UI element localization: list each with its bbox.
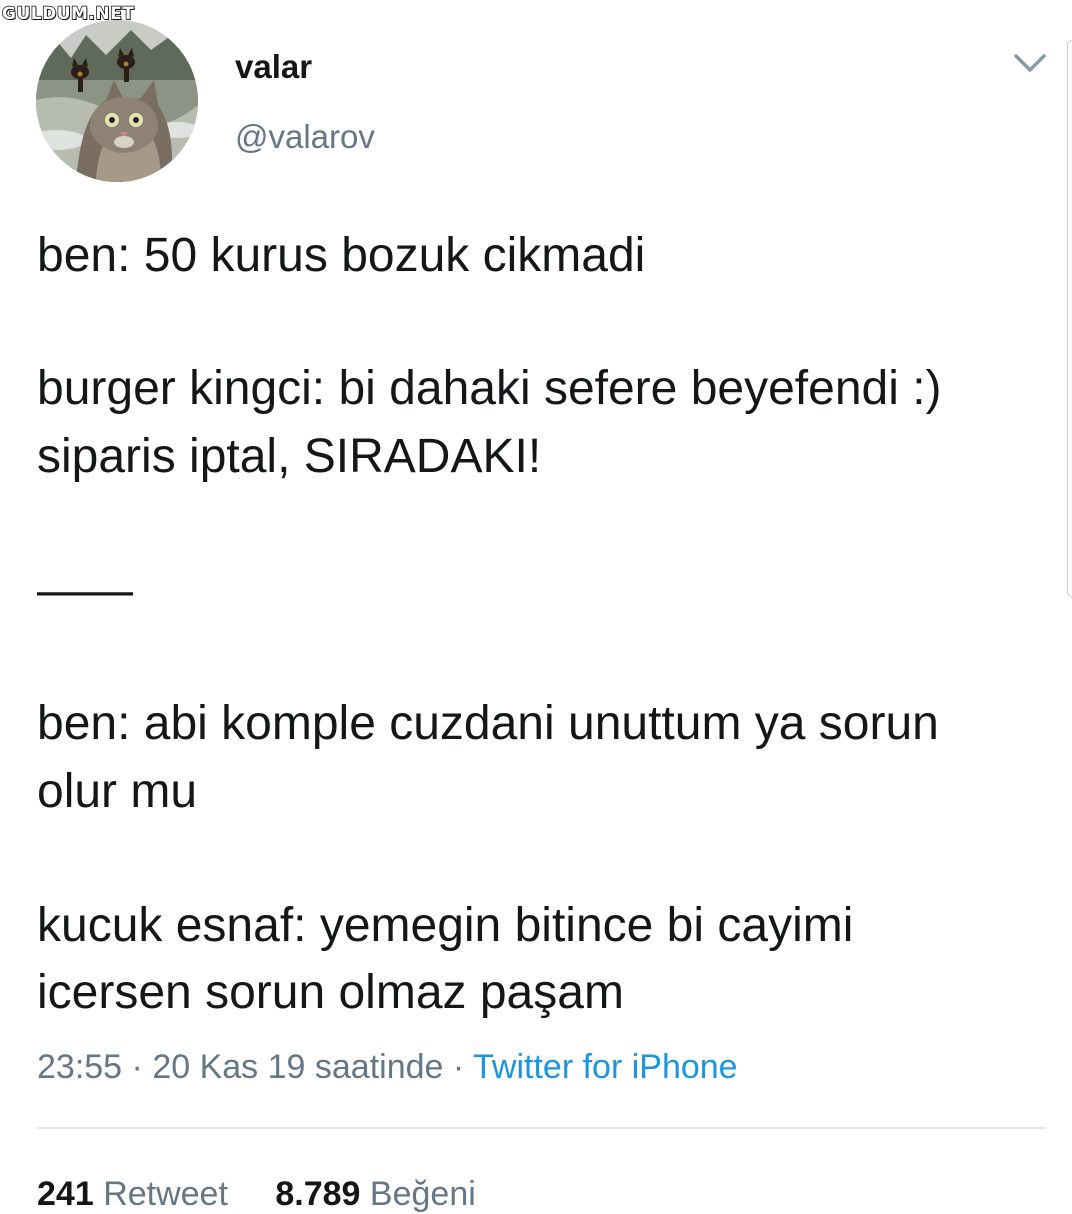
- divider: [37, 1127, 1045, 1129]
- tweet-text-line: ben: 50 kurus bozuk cikmadi: [37, 229, 646, 282]
- tweet-text-line: burger kingci: bi dahaki sefere beyefend…: [37, 362, 942, 415]
- tweet-text-line: ——: [37, 564, 133, 617]
- tweet-text-line: kucuk esnaf: yemegin bitince bi cayimi: [37, 899, 854, 952]
- tweet-source-link[interactable]: Twitter for iPhone: [473, 1048, 738, 1086]
- user-avatar[interactable]: [36, 20, 198, 182]
- user-handle[interactable]: @valarov: [235, 118, 375, 156]
- tweet-stats: 241 Retweet 8.789 Beğeni: [37, 1175, 514, 1214]
- meta-separator: ·: [122, 1048, 153, 1086]
- tweet-date[interactable]: 20 Kas 19 saatinde: [152, 1048, 443, 1086]
- retweets-label: Retweet: [103, 1175, 228, 1213]
- likes-stat[interactable]: 8.789 Beğeni: [275, 1175, 475, 1214]
- retweets-count: 241: [37, 1175, 94, 1213]
- chevron-down-icon[interactable]: [1010, 48, 1050, 78]
- tweet-text-line: olur mu: [37, 765, 198, 818]
- retweets-stat[interactable]: 241 Retweet: [37, 1175, 228, 1214]
- display-name[interactable]: valar: [235, 48, 312, 86]
- likes-label: Beğeni: [369, 1175, 476, 1213]
- likes-count: 8.789: [275, 1175, 361, 1213]
- tweet-text-line: icersen sorun olmaz paşam: [37, 966, 624, 1019]
- cat-selfie-avatar-icon: [36, 20, 198, 182]
- tweet-meta: 23:55 · 20 Kas 19 saatinde · Twitter for…: [37, 1048, 738, 1087]
- scrollbar[interactable]: [1067, 40, 1072, 597]
- tweet-time[interactable]: 23:55: [37, 1048, 122, 1086]
- meta-separator: ·: [443, 1048, 474, 1086]
- tweet-text-line: ben: abi komple cuzdani unuttum ya sorun: [37, 697, 939, 750]
- tweet-text-line: siparis iptal, SIRADAKI!: [37, 430, 542, 483]
